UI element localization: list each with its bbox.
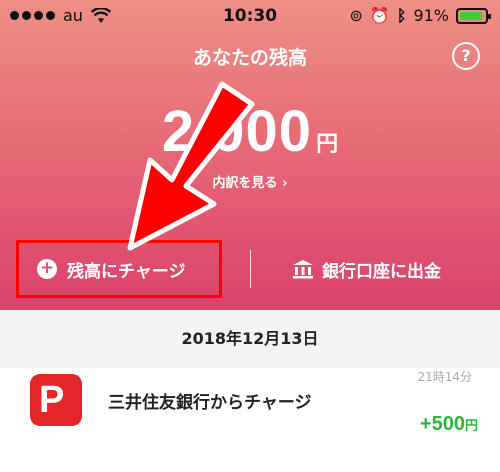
transaction-amount-unit: 円 bbox=[464, 419, 478, 434]
balance-header: au 10:30 ⊚ ⏰ ᛒ 91% あなたの残高 ? 2,000 円 内訳を見る… bbox=[0, 0, 500, 310]
battery-percent: 91% bbox=[413, 6, 449, 25]
transaction-time: 21時14分 bbox=[417, 370, 472, 384]
alarm-icon: ⏰ bbox=[369, 6, 390, 25]
withdraw-button[interactable]: 銀行口座に出金 bbox=[292, 240, 441, 298]
help-button[interactable]: ? bbox=[452, 42, 480, 70]
withdraw-label: 銀行口座に出金 bbox=[322, 261, 441, 282]
charge-label: 残高にチャージ bbox=[67, 261, 186, 282]
rotation-lock-icon: ⊚ bbox=[349, 6, 363, 25]
page-title: あなたの残高 bbox=[192, 47, 307, 69]
red-arrow-annotation bbox=[127, 81, 255, 251]
balance-unit: 円 bbox=[316, 132, 339, 157]
history-date: 2018年12月13日 bbox=[0, 310, 500, 368]
transaction-title: 三井住友銀行からチャージ bbox=[108, 393, 312, 413]
bank-icon bbox=[293, 260, 313, 279]
paypay-logo-icon: P bbox=[30, 374, 82, 426]
bluetooth-icon: ᛒ bbox=[396, 6, 407, 25]
transaction-row[interactable]: P 21時14分 三井住友銀行からチャージ +500円 bbox=[0, 368, 500, 472]
plus-circle-icon: + bbox=[37, 259, 57, 279]
status-bar: au 10:30 ⊚ ⏰ ᛒ 91% bbox=[0, 0, 500, 34]
battery-icon bbox=[456, 7, 491, 24]
transaction-amount-value: +500 bbox=[419, 413, 465, 435]
transaction-amount: +500円 bbox=[420, 413, 478, 436]
